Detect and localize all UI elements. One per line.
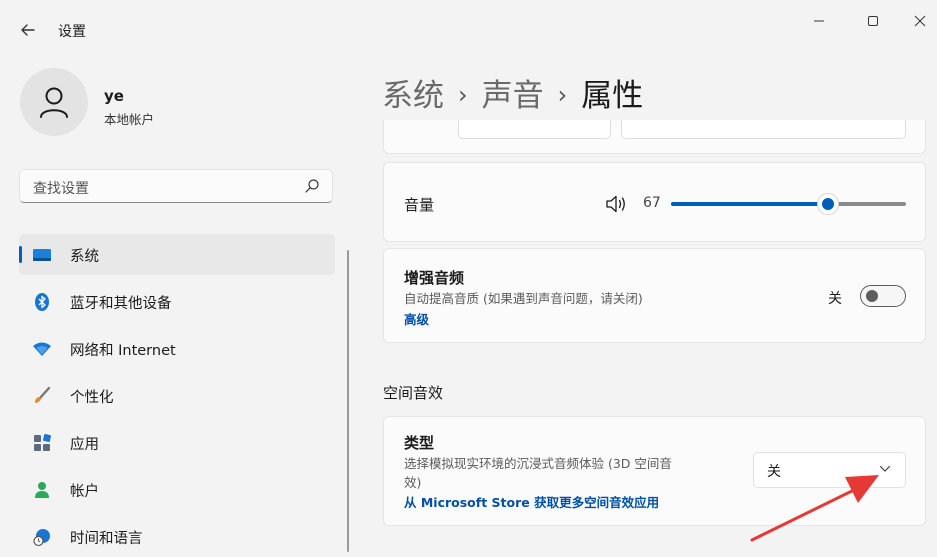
breadcrumb-separator: › (557, 81, 568, 109)
enhance-audio-title: 增强音频 (404, 269, 465, 287)
account-type: 本地帐户 (104, 112, 155, 127)
advanced-link[interactable]: 高级 (404, 309, 429, 328)
search-input[interactable]: 查找设置 (19, 169, 333, 203)
enhance-audio-toggle[interactable] (860, 285, 906, 307)
dropdown-selected-value: 关 (767, 464, 781, 480)
toggle-state-label: 关 (828, 291, 842, 307)
spatial-type-title: 类型 (404, 434, 435, 452)
minimize-icon (814, 20, 824, 22)
sidebar-item-label: 帐户 (70, 484, 99, 500)
spatial-type-description: 选择模拟现实环境的沉浸式音频体验 (3D 空间音 (404, 456, 672, 471)
breadcrumb-separator: › (458, 81, 468, 109)
breadcrumb: 系统 › 声音 › 属性 (382, 70, 643, 115)
volume-slider[interactable] (671, 193, 906, 215)
breadcrumb-sound[interactable]: 声音 (482, 78, 544, 114)
maximize-icon (868, 16, 878, 26)
profile-name: ye (104, 87, 124, 105)
sidebar-item-label: 网络和 Internet (70, 343, 176, 359)
apps-icon (34, 434, 51, 451)
active-indicator (19, 246, 22, 263)
store-link[interactable]: 从 Microsoft Store 获取更多空间音效应用 (404, 492, 659, 511)
page-title: 属性 (581, 78, 644, 114)
enhance-audio-description: 自动提高音质 (如果遇到声音问题，请关闭) (404, 291, 643, 306)
title-bar: 设置 (0, 0, 937, 50)
brush-icon (35, 386, 51, 403)
app-title: 设置 (58, 24, 86, 40)
sidebar-item-system[interactable]: 系统 (19, 234, 335, 275)
sidebar-item-accounts[interactable]: 帐户 (19, 469, 335, 510)
sidebar-item-label: 系统 (70, 249, 99, 265)
volume-value: 67 (643, 195, 661, 211)
slider-thumb[interactable] (817, 193, 840, 215)
partial-card (383, 120, 926, 154)
sidebar-item-network[interactable]: 网络和 Internet (19, 328, 335, 369)
spatial-sound-section-title: 空间音效 (383, 384, 444, 402)
partial-control[interactable] (621, 120, 906, 139)
volume-label: 音量 (404, 196, 435, 214)
avatar[interactable] (20, 68, 88, 136)
wifi-icon (33, 342, 51, 356)
volume-card: 音量 67 (383, 162, 926, 242)
slider-fill (671, 202, 829, 206)
sidebar-item-personalization[interactable]: 个性化 (19, 375, 335, 416)
spatial-type-description-cont: 效) (404, 475, 422, 490)
sidebar-item-label: 应用 (70, 437, 99, 453)
close-button[interactable] (897, 10, 937, 32)
back-button[interactable] (18, 20, 38, 40)
back-arrow-icon (21, 24, 35, 36)
minimize-button[interactable] (796, 10, 842, 32)
sidebar-scrollbar[interactable] (347, 250, 349, 552)
search-icon (305, 179, 319, 193)
spatial-type-card: 类型 选择模拟现实环境的沉浸式音频体验 (3D 空间音 效) 从 Microso… (383, 416, 926, 526)
chevron-down-icon (879, 465, 891, 472)
clock-globe-icon (33, 529, 50, 547)
close-icon (914, 15, 926, 27)
toggle-knob (866, 290, 878, 302)
person-icon (35, 482, 49, 498)
partial-control[interactable] (458, 120, 611, 139)
speaker-icon[interactable] (605, 194, 631, 214)
sidebar-item-label: 蓝牙和其他设备 (70, 296, 172, 312)
monitor-icon (33, 249, 51, 261)
bluetooth-icon (35, 293, 49, 311)
sidebar-item-label: 时间和语言 (70, 531, 143, 547)
search-placeholder: 查找设置 (33, 181, 89, 197)
sidebar-item-apps[interactable]: 应用 (19, 422, 335, 463)
spatial-type-dropdown[interactable]: 关 (753, 452, 906, 488)
user-avatar-icon (40, 87, 68, 118)
maximize-button[interactable] (850, 10, 896, 32)
enhance-audio-card: 增强音频 自动提高音质 (如果遇到声音问题，请关闭) 高级 关 (383, 248, 926, 343)
sidebar-item-bluetooth[interactable]: 蓝牙和其他设备 (19, 281, 335, 322)
sidebar-item-time-language[interactable]: 时间和语言 (19, 516, 335, 557)
sidebar-item-label: 个性化 (70, 390, 114, 406)
breadcrumb-system[interactable]: 系统 (382, 78, 444, 114)
